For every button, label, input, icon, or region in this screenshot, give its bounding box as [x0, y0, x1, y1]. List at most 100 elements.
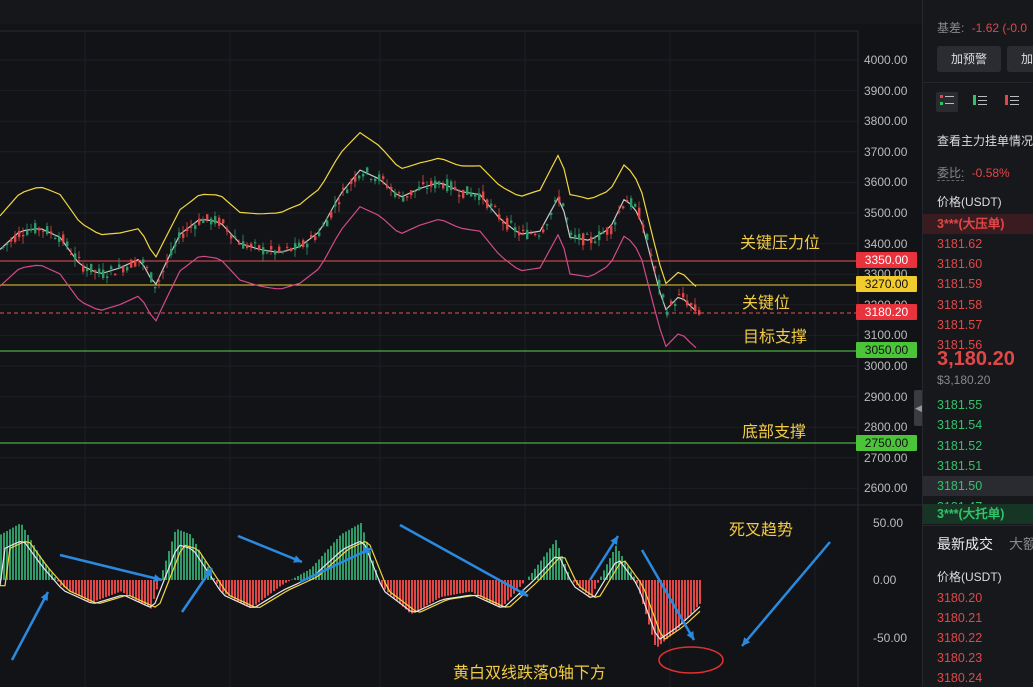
candle-body	[310, 234, 313, 238]
macd-histogram-bar	[111, 580, 113, 595]
macd-histogram-bar	[510, 580, 512, 598]
macd-histogram-bar	[126, 580, 128, 595]
depth-link[interactable]: 查看主力挂单情况	[937, 132, 1033, 149]
candle-body	[578, 233, 581, 240]
candle-body	[526, 229, 529, 239]
candle-body	[406, 196, 409, 198]
macd-histogram-bar	[42, 560, 44, 580]
ask-row[interactable]: 3181.62	[923, 234, 1033, 254]
big-ask-row[interactable]: 3***(大压单)	[923, 214, 1033, 234]
macd-histogram-bar	[75, 580, 77, 595]
ask-row[interactable]: 3181.59	[923, 274, 1033, 294]
candle-body	[366, 167, 369, 173]
price-axis-label: 3900.00	[864, 83, 908, 98]
candle-body	[694, 304, 697, 311]
add-button[interactable]: 加	[1007, 46, 1033, 72]
macd-histogram-bar	[216, 580, 218, 584]
tab-latest-trades[interactable]: 最新成交	[937, 534, 993, 554]
candle-body	[26, 230, 29, 235]
macd-histogram-bar	[264, 580, 266, 598]
candle-body	[158, 280, 161, 282]
macd-histogram-bar	[474, 580, 476, 594]
ask-row[interactable]: 3181.60	[923, 254, 1033, 274]
bid-row[interactable]: 3181.55	[923, 395, 1033, 415]
macd-histogram-bar	[483, 580, 485, 599]
big-bid-row[interactable]: 3***(大托单)	[923, 504, 1033, 524]
last-price-usd: $3,180.20	[937, 373, 991, 387]
candle-body	[74, 253, 77, 260]
tab-big-trades[interactable]: 大额	[1009, 534, 1033, 554]
chart-area[interactable]: 4000.00 3900.00 3800.00 3700.00 3600.00 3500.…	[0, 0, 923, 687]
candle-body	[198, 218, 201, 225]
candle-body	[34, 223, 37, 234]
macd-histogram-bar	[114, 580, 116, 594]
macd-histogram-bar	[531, 572, 533, 580]
candle-body	[498, 214, 501, 220]
candle-body	[390, 186, 393, 190]
bid-row[interactable]: 3181.54	[923, 415, 1033, 435]
macd-histogram-bar	[327, 549, 329, 580]
macd-histogram-bar	[78, 580, 80, 596]
candle-body	[218, 217, 221, 226]
trade-row: 3180.23	[923, 648, 1033, 668]
candle-body	[558, 196, 561, 203]
candle-body	[550, 212, 553, 215]
ask-row[interactable]: 3181.58	[923, 295, 1033, 315]
add-alert-button[interactable]: 加预警	[937, 46, 1001, 72]
macd-histogram-bar	[132, 580, 134, 599]
macd-histogram-bar	[678, 580, 680, 628]
macd-histogram-bar	[435, 580, 437, 600]
order-book-bids-icon[interactable]	[969, 92, 991, 112]
macd-histogram-bar	[174, 531, 176, 580]
bid-row[interactable]: 3181.52	[923, 436, 1033, 456]
candle-body	[650, 254, 653, 256]
macd-histogram-bar	[507, 580, 509, 601]
candle-body	[178, 232, 181, 238]
order-book-both-icon[interactable]	[936, 92, 958, 112]
macd-histogram-bar	[81, 580, 83, 598]
candle-body	[622, 206, 625, 209]
candle-body	[246, 244, 249, 248]
top-toolbar	[0, 0, 922, 24]
macd-histogram-bar	[432, 580, 434, 602]
macd-histogram-bar	[279, 580, 281, 587]
candle-body	[466, 186, 469, 195]
ratio-label: 委比:	[937, 166, 965, 181]
price-axis-label: 2900.00	[864, 389, 908, 404]
candle-body	[410, 190, 413, 196]
candle-body	[58, 237, 61, 242]
candle-body	[362, 173, 365, 177]
candle-body	[98, 268, 101, 274]
bid-row[interactable]: 3181.50	[923, 476, 1033, 497]
candle-body	[78, 256, 81, 258]
ask-price: 3181.58	[937, 297, 983, 312]
candle-body	[586, 233, 589, 235]
bid-row[interactable]: 3181.51	[923, 456, 1033, 476]
ask-row[interactable]: 3181.57	[923, 315, 1033, 335]
candle-body	[678, 294, 681, 296]
candle-body	[166, 260, 169, 263]
trade-row: 3180.21	[923, 608, 1033, 628]
macd-histogram-bar	[135, 580, 137, 600]
candle-body	[530, 233, 533, 235]
candle-body	[350, 180, 353, 184]
candle-body	[214, 216, 217, 224]
candle-body	[22, 234, 25, 237]
order-book-asks-icon[interactable]	[1001, 92, 1023, 112]
candle-body	[38, 227, 41, 231]
candle-body	[666, 311, 669, 316]
macd-histogram-bar	[354, 526, 356, 580]
candle-body	[662, 294, 665, 298]
trade-price: 3180.20	[937, 591, 983, 605]
candle-body	[114, 273, 117, 276]
macd-histogram-bar	[240, 580, 242, 603]
candle-body	[290, 248, 293, 251]
candle-body	[222, 219, 225, 224]
trend-arrow	[237, 534, 303, 564]
trend-arrow	[59, 553, 163, 582]
candle-body	[194, 225, 197, 230]
candle-body	[230, 234, 233, 239]
macd-histogram-bar	[150, 580, 152, 609]
candle-body	[346, 189, 349, 194]
price-column-header: 价格(USDT)	[937, 195, 1002, 209]
